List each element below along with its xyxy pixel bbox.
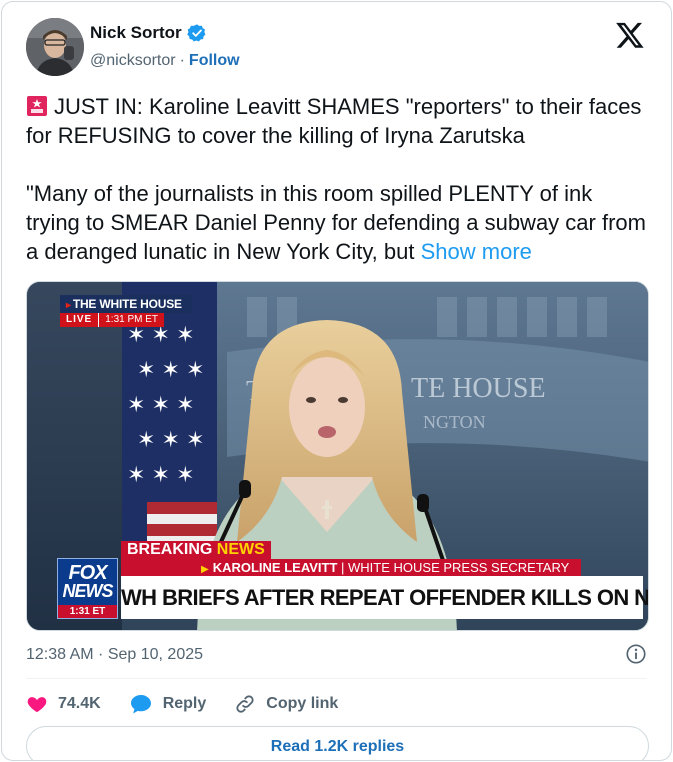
separator-dot: ·	[179, 52, 185, 69]
breaking-word: BREAKING	[127, 541, 217, 558]
white-house-live-bug: THE WHITE HOUSE LIVE 1:31 PM ET	[60, 295, 192, 327]
avatar[interactable]	[26, 18, 84, 76]
logo-time: 1:31 ET	[58, 605, 117, 618]
backdrop-white-house: TE HOUSE	[411, 373, 546, 404]
divider	[26, 678, 647, 679]
speaker-name: KAROLINE LEAVITT	[212, 560, 338, 575]
live-indicator: LIVE 1:31 PM ET	[60, 313, 192, 327]
svg-text:✶ ✶ ✶: ✶ ✶ ✶	[127, 462, 195, 487]
heart-icon	[27, 697, 47, 713]
tweet-text: JUST IN: Karoline Leavitt SHAMES "report…	[26, 92, 651, 266]
breaking-news-label: BREAKING NEWS	[121, 541, 271, 559]
reply-label: Reply	[162, 695, 207, 712]
speaker-role: WHITE HOUSE PRESS SECRETARY	[348, 560, 570, 575]
action-bar: 74.4K Reply Copy link	[26, 690, 338, 718]
info-icon[interactable]	[625, 643, 647, 665]
fox-news-logo: FOX NEWS 1:31 ET	[57, 558, 118, 619]
video-thumbnail[interactable]: T TE HOUSE NGTON ✶ ✶ ✶ ✶ ✶ ✶ ✶ ✶ ✶ ✶ ✶ ✶…	[26, 281, 649, 631]
author-handle-row: @nicksortor · Follow	[90, 52, 240, 70]
author-handle[interactable]: @nicksortor	[90, 52, 176, 70]
tweet-line-2: "Many of the journalists in this room sp…	[26, 181, 646, 264]
like-count: 74.4K	[58, 695, 101, 712]
author-name-row: Nick Sortor	[90, 23, 207, 43]
svg-text:✶ ✶ ✶: ✶ ✶ ✶	[127, 392, 195, 417]
author-name[interactable]: Nick Sortor	[90, 23, 182, 43]
tweet-line-1: JUST IN: Karoline Leavitt SHAMES "report…	[26, 94, 642, 148]
white-house-bug-title: THE WHITE HOUSE	[60, 295, 192, 313]
live-time: 1:31 PM ET	[98, 313, 165, 327]
copy-link-button[interactable]: Copy link	[234, 693, 338, 715]
copy-link-label: Copy link	[266, 695, 339, 712]
news-headline: WH BRIEFS AFTER REPEAT OFFENDER KILLS ON…	[121, 576, 648, 619]
verified-badge-icon	[186, 24, 206, 42]
backdrop-washington: NGTON	[423, 412, 486, 432]
tweet-card: Nick Sortor @nicksortor · Follow JUST IN…	[1, 1, 672, 761]
rotating-light-icon	[27, 96, 47, 116]
link-icon	[236, 695, 254, 713]
show-more-link[interactable]: Show more	[421, 239, 532, 264]
news-word: NEWS	[216, 541, 265, 558]
live-label: LIVE	[60, 313, 99, 327]
news-logo-text: NEWS	[62, 581, 114, 601]
reply-button[interactable]: Reply	[129, 693, 207, 715]
reply-bubble-icon	[130, 695, 151, 714]
svg-text:✶ ✶ ✶: ✶ ✶ ✶	[137, 357, 205, 382]
x-logo-icon[interactable]	[615, 20, 645, 50]
fox-logo-text: FOX	[68, 562, 107, 584]
follow-button[interactable]: Follow	[189, 52, 240, 70]
speaker-nameplate: ▶ KAROLINE LEAVITT | WHITE HOUSE PRESS SE…	[121, 559, 581, 576]
read-replies-button[interactable]: Read 1.2K replies	[26, 726, 649, 760]
tweet-timestamp[interactable]: 12:38 AM · Sep 10, 2025	[26, 646, 203, 664]
svg-text:✶ ✶ ✶: ✶ ✶ ✶	[137, 427, 205, 452]
speaker-sep: |	[337, 560, 349, 575]
news-lower-third: FOX NEWS 1:31 ET BREAKING NEWS ▶ KAROLINE…	[57, 541, 648, 621]
like-button[interactable]: 74.4K	[26, 693, 101, 715]
